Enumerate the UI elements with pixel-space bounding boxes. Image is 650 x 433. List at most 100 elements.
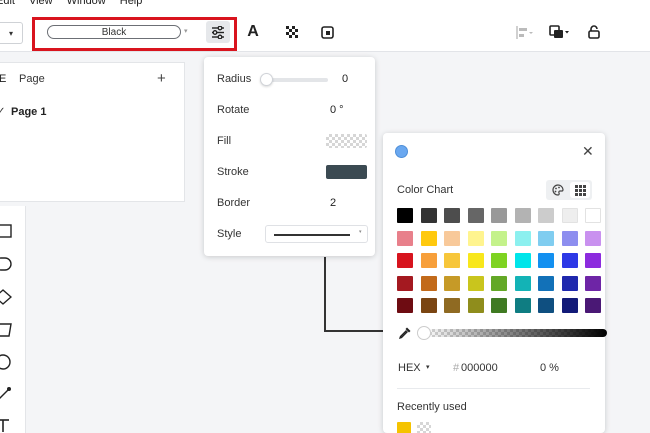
radius-slider-handle[interactable] [260,73,273,86]
fill-color-swatch[interactable] [326,134,367,148]
color-swatch[interactable] [514,253,531,268]
color-swatch[interactable] [538,275,554,291]
stroke-color-select[interactable]: Black [47,25,181,39]
transparency-button[interactable] [285,23,299,41]
color-swatch[interactable] [467,275,484,291]
color-swatch[interactable] [397,230,413,246]
toolbar-dropdown-button[interactable]: ▾ [0,22,23,44]
color-swatch[interactable] [444,230,460,246]
color-swatch[interactable] [514,208,531,223]
shadow-button[interactable] [320,23,334,41]
line-shape-icon[interactable] [0,386,12,400]
diamond-shape-icon[interactable] [0,289,12,305]
stroke-label: Stroke [217,166,249,178]
palette-mode-button[interactable] [548,182,568,198]
color-swatch[interactable] [397,253,413,268]
color-swatch[interactable] [514,230,531,246]
color-swatch[interactable] [397,298,413,313]
color-swatch[interactable] [561,275,578,291]
rounded-shape-icon[interactable] [0,257,12,271]
rotate-value[interactable]: 0 ° [330,104,344,116]
recent-colors [397,422,431,433]
alpha-slider[interactable] [423,329,607,337]
grid-mode-button[interactable] [570,182,590,198]
current-color-indicator [395,145,408,158]
color-swatch[interactable] [444,253,460,268]
color-swatch[interactable] [561,230,578,246]
alpha-gradient [423,329,607,337]
color-swatch[interactable] [444,275,460,291]
text-shape-icon[interactable] [0,418,10,432]
page-menu-icon[interactable]: E [0,73,6,85]
color-swatch[interactable] [467,253,484,268]
color-swatch[interactable] [420,230,437,246]
lock-button[interactable] [587,23,601,41]
page-panel-title: Page [19,73,45,85]
color-swatch[interactable] [561,298,578,313]
hex-input[interactable]: 000000 [461,362,498,374]
color-swatch[interactable] [467,208,484,223]
color-swatch[interactable] [538,298,554,313]
color-swatch[interactable] [585,230,601,246]
palette-mode-icon [552,184,564,196]
color-swatch[interactable] [420,298,437,313]
rectangle-shape-icon[interactable] [0,224,12,238]
color-swatch[interactable] [538,230,554,246]
opacity-input[interactable]: 0 % [540,362,559,374]
rotate-label: Rotate [217,104,250,116]
menu-window[interactable]: Window [67,0,106,10]
recent-color-swatch[interactable] [397,422,411,433]
color-swatch[interactable] [514,275,531,291]
text-color-button[interactable]: A [245,23,261,41]
connector-line[interactable] [324,330,384,332]
border-width-value[interactable]: 2 [330,197,336,209]
eyedropper-icon[interactable] [398,326,412,340]
color-swatch[interactable] [491,275,507,291]
color-swatch[interactable] [561,208,578,223]
circle-shape-icon[interactable] [0,354,12,370]
menu-view[interactable]: View [29,0,53,10]
menu-edit[interactable]: Edit [0,0,15,10]
color-swatch[interactable] [585,253,601,268]
color-swatch[interactable] [585,275,601,291]
color-swatch[interactable] [491,298,507,313]
chevron-down-icon[interactable]: ▾ [184,27,188,35]
color-swatch[interactable] [467,230,484,246]
color-swatch[interactable] [538,208,554,223]
chevron-down-icon[interactable]: ▾ [426,363,430,371]
chevron-down-icon: ▾ [359,229,362,235]
color-swatch[interactable] [397,275,413,291]
parallelogram-shape-icon[interactable] [0,323,12,337]
color-swatch[interactable] [491,253,507,268]
align-button[interactable] [515,23,535,41]
color-swatch[interactable] [514,298,531,313]
arrange-button[interactable] [548,23,570,41]
style-settings-button[interactable] [206,21,230,43]
color-swatch[interactable] [538,253,554,268]
color-swatch[interactable] [420,275,437,291]
color-swatch[interactable] [444,298,460,313]
color-swatch[interactable] [561,253,578,268]
radius-value[interactable]: 0 [342,73,348,85]
add-page-button[interactable]: + [157,70,166,87]
color-swatch[interactable] [420,253,437,268]
alpha-slider-handle[interactable] [417,326,431,340]
color-swatch[interactable] [420,208,437,223]
close-icon[interactable]: ✕ [582,144,594,158]
color-swatch[interactable] [585,298,601,313]
color-swatch[interactable] [491,208,507,223]
color-swatch[interactable] [585,208,601,223]
color-swatch[interactable] [397,208,413,223]
color-format-select[interactable]: HEX [398,362,421,374]
connector-line[interactable] [324,257,326,331]
menu-help[interactable]: Help [120,0,143,10]
radius-slider[interactable] [264,78,328,82]
color-swatch[interactable] [444,208,460,223]
recent-color-swatch[interactable] [417,422,431,433]
color-swatch[interactable] [467,298,484,313]
stroke-color-swatch[interactable] [326,165,367,179]
color-swatch[interactable] [491,230,507,246]
line-style-select[interactable]: ▾ [265,225,368,243]
color-value-row: HEX ▾ # 000000 0 % [397,360,597,376]
page-item-page-1[interactable]: ✓ Page 1 [0,106,185,122]
